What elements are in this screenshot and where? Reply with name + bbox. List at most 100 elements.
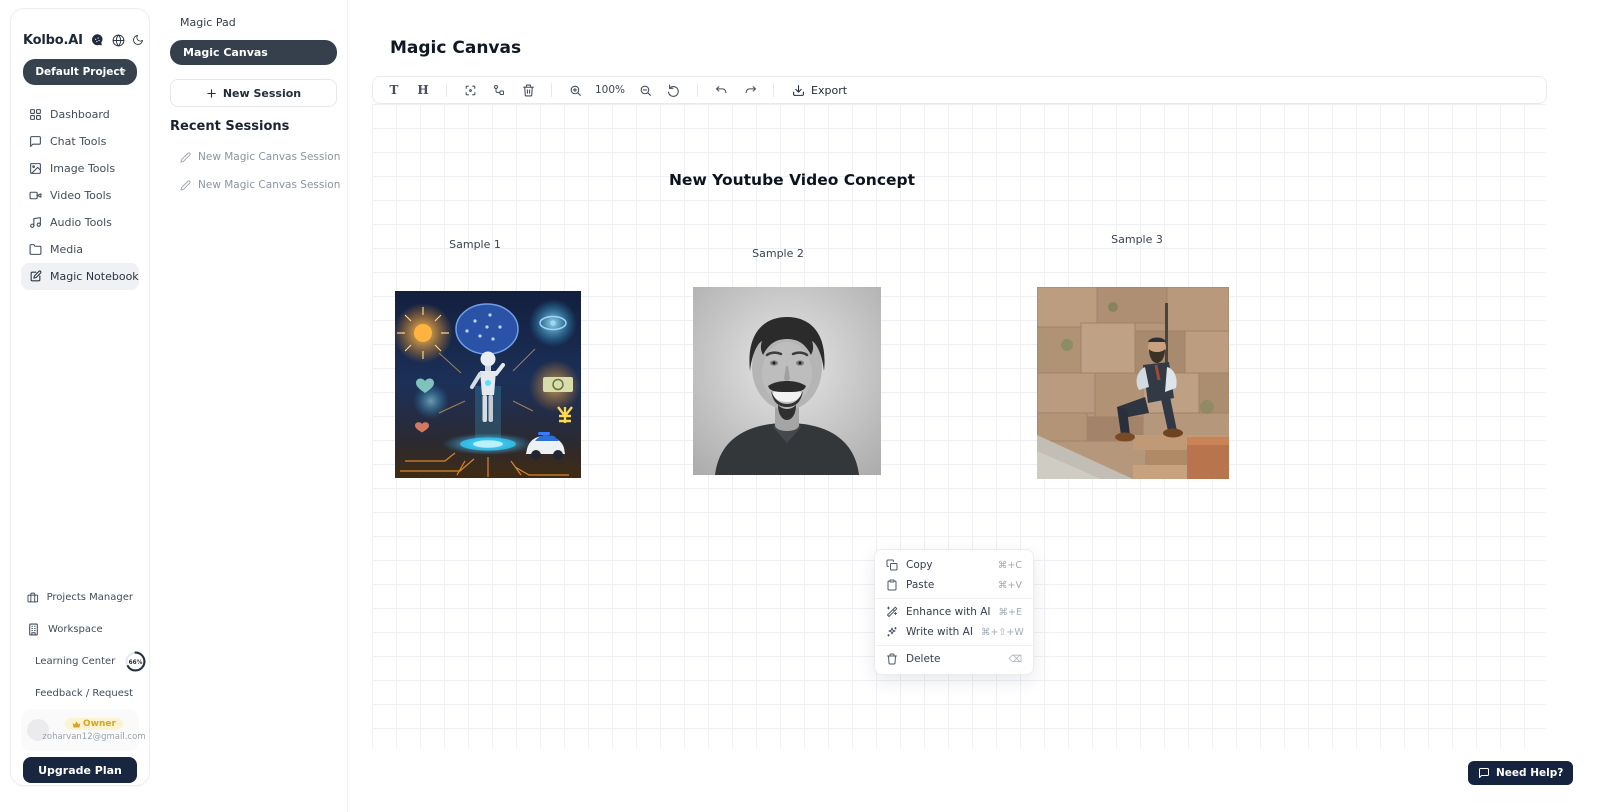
sidebar: Kolbo.AI Default Project Dashboard xyxy=(10,8,150,786)
zoom-in-button[interactable] xyxy=(566,81,584,99)
redo-icon xyxy=(744,84,757,97)
building-icon xyxy=(27,623,40,636)
sidebar-item-chat-tools[interactable]: Chat Tools xyxy=(21,128,139,155)
delete-tool-button[interactable] xyxy=(519,81,537,99)
sidebar-item-projects-manager[interactable]: Projects Manager xyxy=(21,581,139,613)
connector-icon xyxy=(493,84,505,96)
magic-wand-icon xyxy=(886,606,898,618)
text-tool-icon: T xyxy=(390,83,399,97)
owner-badge: Owner xyxy=(65,718,123,730)
sidebar-item-magic-notebook[interactable]: Magic Notebook xyxy=(21,263,139,290)
sample-image-2[interactable] xyxy=(693,287,881,475)
project-selector-label: Default Project xyxy=(35,66,124,78)
image-icon xyxy=(29,162,42,175)
sidebar-item-label: Video Tools xyxy=(50,189,111,202)
sidebar-item-label: Projects Manager xyxy=(47,592,133,603)
sample-label-2[interactable]: Sample 2 xyxy=(752,247,804,260)
app-logo: Kolbo.AI xyxy=(23,33,83,48)
sample-image-1[interactable] xyxy=(395,291,581,478)
sidebar-item-dashboard[interactable]: Dashboard xyxy=(21,101,139,128)
sparkles-icon xyxy=(886,626,898,638)
panel-item-label: Magic Canvas xyxy=(183,46,268,59)
trash-icon xyxy=(522,84,535,97)
sidebar-item-label: Feedback / Request xyxy=(35,688,133,699)
session-title: New Magic Canvas Session xyxy=(198,151,340,163)
context-menu-item-enhance-with-ai[interactable]: Enhance with AI ⌘+E xyxy=(875,602,1033,622)
session-list-item[interactable]: New Magic Canvas Session xyxy=(180,151,340,163)
zoom-out-button[interactable] xyxy=(636,81,654,99)
pencil-icon xyxy=(180,152,191,163)
sidebar-item-media[interactable]: Media xyxy=(21,236,139,263)
redo-button[interactable] xyxy=(741,81,759,99)
sidebar-item-label: Workspace xyxy=(48,624,103,635)
menu-item-shortcut: ⌘+⇧+W xyxy=(981,627,1024,638)
chevron-down-icon xyxy=(117,66,128,80)
toolbar-divider xyxy=(551,83,552,97)
panel-item-magic-canvas[interactable]: Magic Canvas xyxy=(170,40,337,65)
select-area-icon xyxy=(464,84,477,97)
export-button[interactable]: Export xyxy=(792,84,847,97)
briefcase-icon xyxy=(27,591,39,604)
download-icon xyxy=(792,84,805,97)
plus-icon xyxy=(206,88,217,99)
sidebar-item-label: Media xyxy=(50,243,83,256)
undo-icon xyxy=(715,84,728,97)
app-root: Kolbo.AI Default Project Dashboard xyxy=(0,0,1600,812)
new-session-button[interactable]: New Session xyxy=(170,79,337,107)
sample-label-1[interactable]: Sample 1 xyxy=(449,238,501,251)
sidebar-bottom-nav: Projects Manager Workspace Learning Cent… xyxy=(21,581,139,709)
context-menu-item-copy[interactable]: Copy ⌘+C xyxy=(875,555,1033,575)
panel-item-magic-pad[interactable]: Magic Pad xyxy=(180,16,236,29)
canvas-grid-area[interactable]: New Youtube Video Concept Sample 1 Sampl… xyxy=(372,104,1546,748)
upgrade-plan-button[interactable]: Upgrade Plan xyxy=(23,757,137,783)
heading-tool-icon: H xyxy=(417,83,428,97)
heading-tool-button[interactable]: H xyxy=(414,81,432,99)
menu-item-label: Copy xyxy=(906,559,990,571)
project-selector[interactable]: Default Project xyxy=(23,59,137,85)
page-title: Magic Canvas xyxy=(390,38,521,58)
sidebar-item-label: Learning Center xyxy=(35,656,115,667)
toolbar-divider xyxy=(446,83,447,97)
sidebar-item-image-tools[interactable]: Image Tools xyxy=(21,155,139,182)
trash-icon xyxy=(886,653,898,665)
sample-label-3[interactable]: Sample 3 xyxy=(1111,233,1163,246)
session-list-item[interactable]: New Magic Canvas Session xyxy=(180,179,340,191)
context-menu-item-delete[interactable]: Delete ⌫ xyxy=(875,649,1033,669)
sidebar-item-audio-tools[interactable]: Audio Tools xyxy=(21,209,139,236)
sidebar-item-feedback-request[interactable]: Feedback / Request xyxy=(21,677,139,709)
text-tool-button[interactable]: T xyxy=(385,81,403,99)
context-menu-item-write-with-ai[interactable]: Write with AI ⌘+⇧+W xyxy=(875,622,1033,642)
sidebar-item-learning-center[interactable]: Learning Center 66% xyxy=(21,645,139,677)
sidebar-item-label: Magic Notebook xyxy=(50,270,139,283)
rotate-reset-icon xyxy=(668,84,681,97)
menu-item-shortcut: ⌘+E xyxy=(999,607,1022,618)
sidebar-item-workspace[interactable]: Workspace xyxy=(21,613,139,645)
crown-icon xyxy=(72,720,81,729)
connector-tool-button[interactable] xyxy=(490,81,508,99)
canvas-toolbar: T H 100% Export xyxy=(372,76,1547,104)
ai-head-icon xyxy=(90,33,105,48)
language-globe-icon[interactable] xyxy=(112,34,125,47)
user-card[interactable]: Owner zoharvan12@gmail.com xyxy=(21,709,139,751)
upgrade-plan-label: Upgrade Plan xyxy=(38,764,122,777)
toolbar-divider xyxy=(697,83,698,97)
paste-icon xyxy=(886,579,898,591)
sidebar-item-video-tools[interactable]: Video Tools xyxy=(21,182,139,209)
menu-item-label: Enhance with AI xyxy=(906,606,991,618)
need-help-button[interactable]: Need Help? xyxy=(1468,761,1573,785)
canvas-heading-text[interactable]: New Youtube Video Concept xyxy=(669,171,915,189)
zoom-level-value[interactable]: 100% xyxy=(595,84,625,96)
menu-item-shortcut: ⌘+V xyxy=(998,580,1022,591)
zoom-out-icon xyxy=(639,84,652,97)
reset-view-button[interactable] xyxy=(665,81,683,99)
menu-divider xyxy=(875,598,1033,599)
sidebar-item-label: Image Tools xyxy=(50,162,115,175)
context-menu-item-paste[interactable]: Paste ⌘+V xyxy=(875,575,1033,595)
select-area-button[interactable] xyxy=(461,81,479,99)
chat-icon xyxy=(29,135,42,148)
undo-button[interactable] xyxy=(712,81,730,99)
learning-progress-ring: 66% xyxy=(125,651,146,672)
sidebar-nav: Dashboard Chat Tools Image Tools Video T… xyxy=(21,101,139,290)
sample-image-3[interactable] xyxy=(1037,287,1229,479)
dark-mode-moon-icon[interactable] xyxy=(132,34,144,46)
